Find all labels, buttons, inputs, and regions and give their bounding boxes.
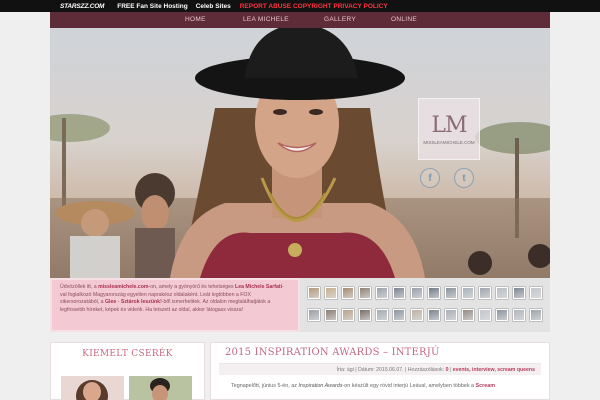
gallery-thumb[interactable] — [444, 309, 457, 321]
site-logo-mark: LM — [431, 113, 467, 138]
gallery-thumb[interactable] — [478, 309, 491, 321]
facebook-icon[interactable]: f — [420, 168, 440, 188]
featured-exchange-1[interactable] — [61, 376, 124, 400]
post-meta-author: Írta: ági | Dátum: 2015.06.07. | Hozzász… — [336, 367, 446, 373]
main-nav: HOME LEA MICHELE GALLERY ONLINE — [50, 12, 550, 28]
gallery-thumb[interactable] — [342, 287, 355, 299]
nav-home[interactable]: HOME — [185, 16, 206, 23]
nav-online[interactable]: ONLINE — [391, 16, 417, 23]
post-text-2: -on készült egy rövid interjú Leával, am… — [342, 383, 476, 389]
gallery-thumb[interactable] — [308, 287, 320, 299]
post-meta: Írta: ági | Dátum: 2015.06.07. | Hozzász… — [219, 363, 541, 375]
gallery-thumb[interactable] — [393, 287, 406, 299]
gallery-thumb[interactable] — [427, 287, 440, 299]
gallery-thumbnails — [300, 278, 550, 332]
gallery-thumb[interactable] — [530, 287, 543, 299]
gallery-thumb[interactable] — [376, 309, 389, 321]
sidebar-title: KIEMELT CSERÉK — [82, 349, 173, 359]
welcome-show-1: Glee — [104, 299, 117, 306]
post-event: Inspiration Awards — [298, 383, 343, 389]
post-excerpt: Tegnapelőtt, június 5-én, az Inspiration… — [231, 383, 539, 391]
gallery-thumb[interactable] — [513, 309, 526, 321]
gallery-thumb[interactable] — [410, 309, 423, 321]
welcome-site-link[interactable]: missleamichele.com — [98, 284, 148, 290]
gallery-thumb[interactable] — [461, 287, 474, 299]
post-title[interactable]: 2015 INSPIRATION AWARDS – INTERJÚ — [225, 347, 549, 358]
gallery-thumb[interactable] — [359, 287, 372, 299]
gallery-thumb[interactable] — [496, 309, 509, 321]
celeb-sites-link[interactable]: Celeb Sites — [196, 3, 231, 10]
site-logo-box[interactable]: LM MISSLEAMICHELE.COM — [418, 98, 480, 160]
gallery-thumb[interactable] — [461, 309, 474, 321]
post-text-1: Tegnapelőtt, június 5-én, az — [231, 383, 299, 389]
featured-exchange-2[interactable] — [129, 376, 192, 400]
welcome-text-2: -on, amely a gyönyörű és tehetséges — [148, 284, 236, 290]
nav-gallery[interactable]: GALLERY — [324, 16, 356, 23]
gallery-thumb[interactable] — [393, 309, 406, 321]
welcome-text: Üdvözöllek itt, a missleamichele.com-on,… — [50, 278, 300, 332]
blog-post: 2015 INSPIRATION AWARDS – INTERJÚ Írta: … — [210, 342, 550, 400]
welcome-text-1: Üdvözöllek itt, a — [60, 284, 99, 290]
gallery-thumb[interactable] — [496, 287, 509, 299]
site-logo-domain: MISSLEAMICHELE.COM — [423, 140, 475, 145]
post-show: Scream — [475, 383, 496, 389]
gallery-thumb[interactable] — [427, 309, 440, 321]
gallery-thumb[interactable] — [325, 309, 338, 321]
gallery-thumb[interactable] — [478, 287, 491, 299]
nav-lea-michele[interactable]: LEA MICHELE — [243, 16, 289, 23]
welcome-name: Lea Michele Sarfati — [235, 284, 283, 290]
gallery-thumb[interactable] — [308, 309, 320, 321]
gallery-thumb[interactable] — [410, 287, 423, 299]
gallery-thumb[interactable] — [342, 309, 355, 321]
welcome-show-2: Sztárok leszünk! — [120, 299, 162, 306]
gallery-thumb[interactable] — [376, 287, 389, 299]
twitter-icon[interactable]: t — [454, 168, 474, 188]
gallery-thumb[interactable] — [530, 309, 543, 321]
gallery-thumb[interactable] — [359, 309, 372, 321]
sidebar-featured-exchanges: KIEMELT CSERÉK — [50, 342, 205, 400]
post-tags[interactable]: events, interview, scream queens — [453, 367, 535, 373]
starszz-logo[interactable]: STARSZZ.COM — [60, 3, 104, 10]
gallery-thumb[interactable] — [513, 287, 526, 299]
report-links[interactable]: REPORT ABUSE COPYRIGHT PRIVACY POLICY — [240, 3, 388, 10]
hero-banner: LM MISSLEAMICHELE.COM f t — [50, 28, 550, 278]
gallery-thumb[interactable] — [325, 287, 338, 299]
top-bar: STARSZZ.COM FREE Fan Site Hosting Celeb … — [0, 0, 600, 12]
free-hosting-link[interactable]: FREE Fan Site Hosting — [117, 3, 187, 10]
gallery-thumb[interactable] — [444, 287, 457, 299]
